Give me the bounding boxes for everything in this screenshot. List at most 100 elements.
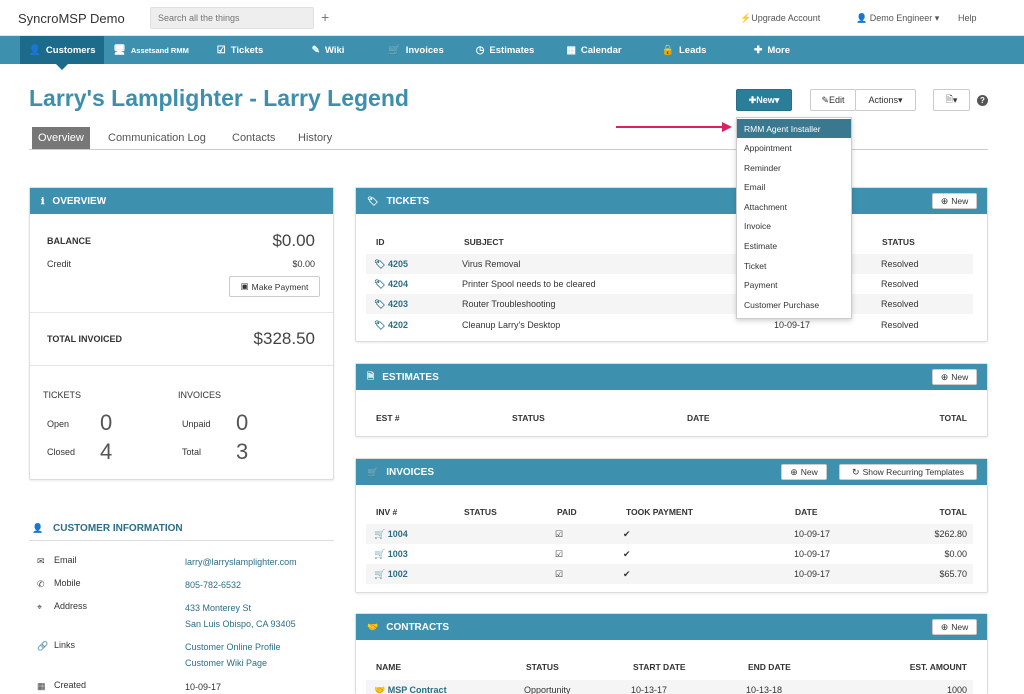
contract-start: 10-13-17 <box>631 685 668 694</box>
nav-calendar[interactable]: ▦ Calendar <box>560 36 628 64</box>
ticket-subject[interactable]: Router Troubleshooting <box>462 299 556 309</box>
map-marker-icon: ⌖ <box>37 602 43 612</box>
balance-label: BALANCE <box>47 236 91 246</box>
tab-overview[interactable]: Overview <box>32 127 90 149</box>
ticket-subject[interactable]: Virus Removal <box>462 259 520 269</box>
envelope-icon: ✉ <box>37 556 45 566</box>
main-nav: 👤 Customers 🖥 Assetsand RMM ☑ Tickets ✎ Wiki… <box>0 36 1024 70</box>
estimates-col-number: EST # <box>376 413 400 423</box>
cart-icon: 🛒 <box>388 44 401 56</box>
ticket-status: Resolved <box>881 279 919 289</box>
brand-name[interactable]: SyncroMSP Demo <box>18 11 125 26</box>
pdf-dropdown-button[interactable]: 🗎 ▾ <box>933 89 970 111</box>
ticket-subject[interactable]: Printer Spool needs to be cleared <box>462 279 596 289</box>
email-link[interactable]: larry@larryslamplighter.com <box>185 557 297 567</box>
new-invoice-button[interactable]: ⊕ New <box>781 464 827 480</box>
ticket-date: 10-09-17 <box>774 320 811 330</box>
invoices-header: 🛒 INVOICES ⊕ New ↻ Show Recurring Templates <box>356 459 987 485</box>
nav-more[interactable]: ✚ More <box>744 36 800 64</box>
paid-check-icon: ☑ <box>555 569 564 579</box>
help-link[interactable]: Help <box>958 13 977 23</box>
nav-customers[interactable]: 👤 Customers <box>20 36 104 70</box>
edit-button[interactable]: ✎ Edit <box>810 89 856 111</box>
menu-item-rmm-agent-installer[interactable]: RMM Agent Installer <box>737 119 851 138</box>
invoices-col-total: TOTAL <box>939 507 967 517</box>
overview-panel: ℹ OVERVIEW BALANCE $0.00 Credit $0.00 ▣ Ma… <box>29 187 334 480</box>
contracts-header: 🤝 CONTRACTS ⊕ New <box>356 614 987 640</box>
tag-icon: 🏷 <box>367 195 379 206</box>
invoice-date: 10-09-17 <box>794 549 831 559</box>
customer-wiki-page-link[interactable]: Customer Wiki Page <box>185 658 267 668</box>
info-icon: ℹ <box>41 195 45 206</box>
annotation-arrow-head <box>722 122 732 132</box>
upgrade-account-link[interactable]: ⚡Upgrade Account <box>740 13 820 24</box>
add-button[interactable]: + <box>321 9 329 25</box>
tab-communication-log[interactable]: Communication Log <box>102 127 212 149</box>
menu-item-reminder[interactable]: Reminder <box>737 158 851 177</box>
tag-icon: 🏷 <box>374 279 388 289</box>
actions-dropdown-button[interactable]: Actions ▾ <box>855 89 916 111</box>
nav-wiki[interactable]: ✎ Wiki <box>302 36 354 64</box>
ticket-subject[interactable]: Cleanup Larry's Desktop <box>462 320 560 330</box>
nav-assets-rmm[interactable]: 🖥 Assetsand RMM <box>113 36 189 64</box>
tag-icon: 🏷 <box>374 320 388 330</box>
show-recurring-templates-button[interactable]: ↻ Show Recurring Templates <box>839 464 977 480</box>
menu-item-estimate[interactable]: Estimate <box>737 236 851 255</box>
cart-icon: 🛒 <box>374 569 388 579</box>
link-icon: 🔗 <box>37 641 49 651</box>
links-label: Links <box>54 640 76 650</box>
menu-item-ticket[interactable]: Ticket <box>737 256 851 275</box>
tab-contacts[interactable]: Contacts <box>226 127 281 149</box>
nav-leads[interactable]: 🔒 Leads <box>656 36 712 64</box>
check-circle-icon: ✔ <box>623 549 631 559</box>
ticket-link[interactable]: 🏷 4202 <box>374 320 408 331</box>
help-icon[interactable]: ? <box>977 95 988 106</box>
ticket-link[interactable]: 🏷 4204 <box>374 279 408 290</box>
nav-tickets[interactable]: ☑ Tickets <box>208 36 272 64</box>
menu-item-customer-purchase[interactable]: Customer Purchase <box>737 295 851 314</box>
invoices-col-date: DATE <box>795 507 818 517</box>
money-icon: ▣ <box>240 281 249 291</box>
contract-link[interactable]: 🤝 MSP Contract <box>374 685 447 694</box>
new-ticket-button[interactable]: ⊕ New <box>932 193 977 209</box>
invoice-link[interactable]: 🛒 1002 <box>374 569 408 580</box>
address-line2[interactable]: San Luis Obispo, CA 93405 <box>185 619 296 629</box>
make-payment-button[interactable]: ▣ Make Payment <box>229 276 320 297</box>
menu-item-email[interactable]: Email <box>737 177 851 196</box>
new-dropdown-button[interactable]: ✚ New ▾ <box>736 89 792 111</box>
ticket-link[interactable]: 🏷 4205 <box>374 259 408 270</box>
new-estimate-button[interactable]: ⊕ New <box>932 369 977 385</box>
address-line1[interactable]: 433 Monterey St <box>185 603 251 613</box>
tab-history[interactable]: History <box>292 127 338 149</box>
menu-item-attachment[interactable]: Attachment <box>737 197 851 216</box>
divider <box>30 312 333 313</box>
total-label: Total <box>182 447 202 457</box>
caret-down-icon: ▾ <box>897 94 903 105</box>
ticket-status: Resolved <box>881 259 919 269</box>
nav-estimates[interactable]: ◷ Estimates <box>468 36 542 64</box>
menu-item-invoice[interactable]: Invoice <box>737 216 851 235</box>
invoice-link[interactable]: 🛒 1004 <box>374 529 408 540</box>
invoice-link[interactable]: 🛒 1003 <box>374 549 408 560</box>
tickets-stats-label: TICKETS <box>43 390 82 400</box>
user-menu[interactable]: 👤 Demo Engineer ▾ <box>856 13 939 24</box>
nav-invoices[interactable]: 🛒 Invoices <box>382 36 450 64</box>
estimates-col-total: TOTAL <box>939 413 967 423</box>
plus-circle-icon: ⊕ <box>940 621 949 632</box>
open-count: 0 <box>100 410 113 435</box>
tag-icon: 🏷 <box>374 299 388 309</box>
contract-amount: 1000 <box>946 685 967 694</box>
menu-item-appointment[interactable]: Appointment <box>737 138 851 157</box>
tickets-header: 🏷 TICKETS ⊕ New <box>356 188 987 214</box>
plus-circle-icon: ⊕ <box>940 371 949 382</box>
clock-icon: ◷ <box>475 44 485 56</box>
mobile-link[interactable]: 805-782-6532 <box>185 580 241 590</box>
search-input[interactable] <box>150 7 314 29</box>
plus-circle-icon: ⊕ <box>790 466 798 477</box>
customer-online-profile-link[interactable]: Customer Online Profile <box>185 642 281 652</box>
new-contract-button[interactable]: ⊕ New <box>932 619 977 635</box>
contracts-col-status: STATUS <box>526 662 559 672</box>
ticket-link[interactable]: 🏷 4203 <box>374 299 408 310</box>
caret-down-icon: ▾ <box>774 94 780 105</box>
menu-item-payment[interactable]: Payment <box>737 275 851 294</box>
